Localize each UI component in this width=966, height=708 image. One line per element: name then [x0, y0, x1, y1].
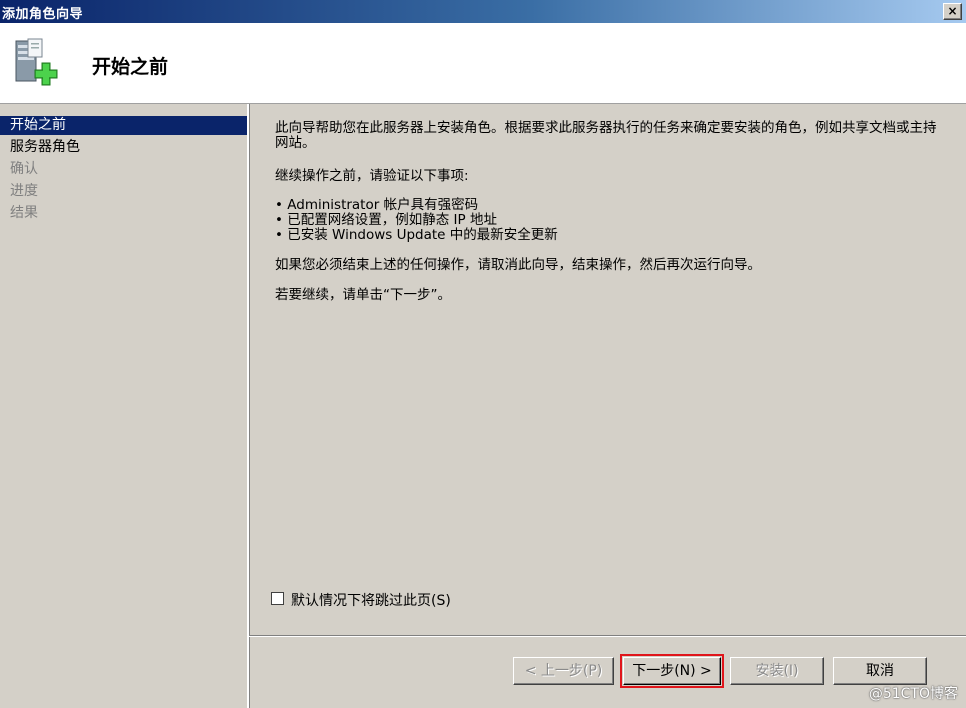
- cancel-note: 如果您必须结束上述的任何操作，请取消此向导，结束操作，然后再次运行向导。: [275, 257, 761, 273]
- window-title: 添加角色向导: [2, 7, 84, 22]
- list-item: • 已配置网络设置，例如静态 IP 地址: [275, 212, 497, 228]
- wizard-header: 开始之前: [0, 23, 966, 104]
- watermark: @51CTO博客: [868, 686, 958, 702]
- close-button[interactable]: ×: [943, 3, 962, 20]
- prerequisite-list: • Administrator 帐户具有强密码 • 已配置网络设置，例如静态 I…: [275, 198, 945, 243]
- back-button[interactable]: < 上一步(P): [513, 657, 614, 685]
- wizard-steps-sidebar: 开始之前 服务器角色 确认 进度 结果: [0, 104, 249, 708]
- button-separator: [249, 635, 966, 637]
- title-bar: 添加角色向导 ×: [0, 0, 966, 23]
- list-item: • Administrator 帐户具有强密码: [275, 197, 479, 213]
- step-progress: 进度: [10, 183, 38, 199]
- cancel-button[interactable]: 取消: [833, 657, 927, 685]
- skip-page-checkbox[interactable]: [271, 592, 284, 605]
- step-results: 结果: [10, 205, 38, 221]
- step-before-you-begin[interactable]: 开始之前: [0, 116, 247, 135]
- page-title: 开始之前: [92, 56, 169, 78]
- list-item: • 已安装 Windows Update 中的最新安全更新: [275, 227, 558, 243]
- server-add-icon: [15, 38, 58, 86]
- intro-text: 此向导帮助您在此服务器上安装角色。根据要求此服务器执行的任务来确定要安装的角色，…: [275, 120, 937, 151]
- verify-heading: 继续操作之前，请验证以下事项:: [275, 168, 469, 184]
- continue-note: 若要继续，请单击“下一步”。: [275, 287, 451, 303]
- next-button[interactable]: 下一步(N) >: [620, 654, 724, 688]
- install-button[interactable]: 安装(I): [730, 657, 824, 685]
- wizard-content: 此向导帮助您在此服务器上安装角色。根据要求此服务器执行的任务来确定要安装的角色，…: [275, 121, 945, 303]
- step-server-roles[interactable]: 服务器角色: [0, 138, 247, 157]
- step-confirmation: 确认: [10, 161, 38, 177]
- skip-page-label[interactable]: 默认情况下将跳过此页(S): [291, 590, 451, 610]
